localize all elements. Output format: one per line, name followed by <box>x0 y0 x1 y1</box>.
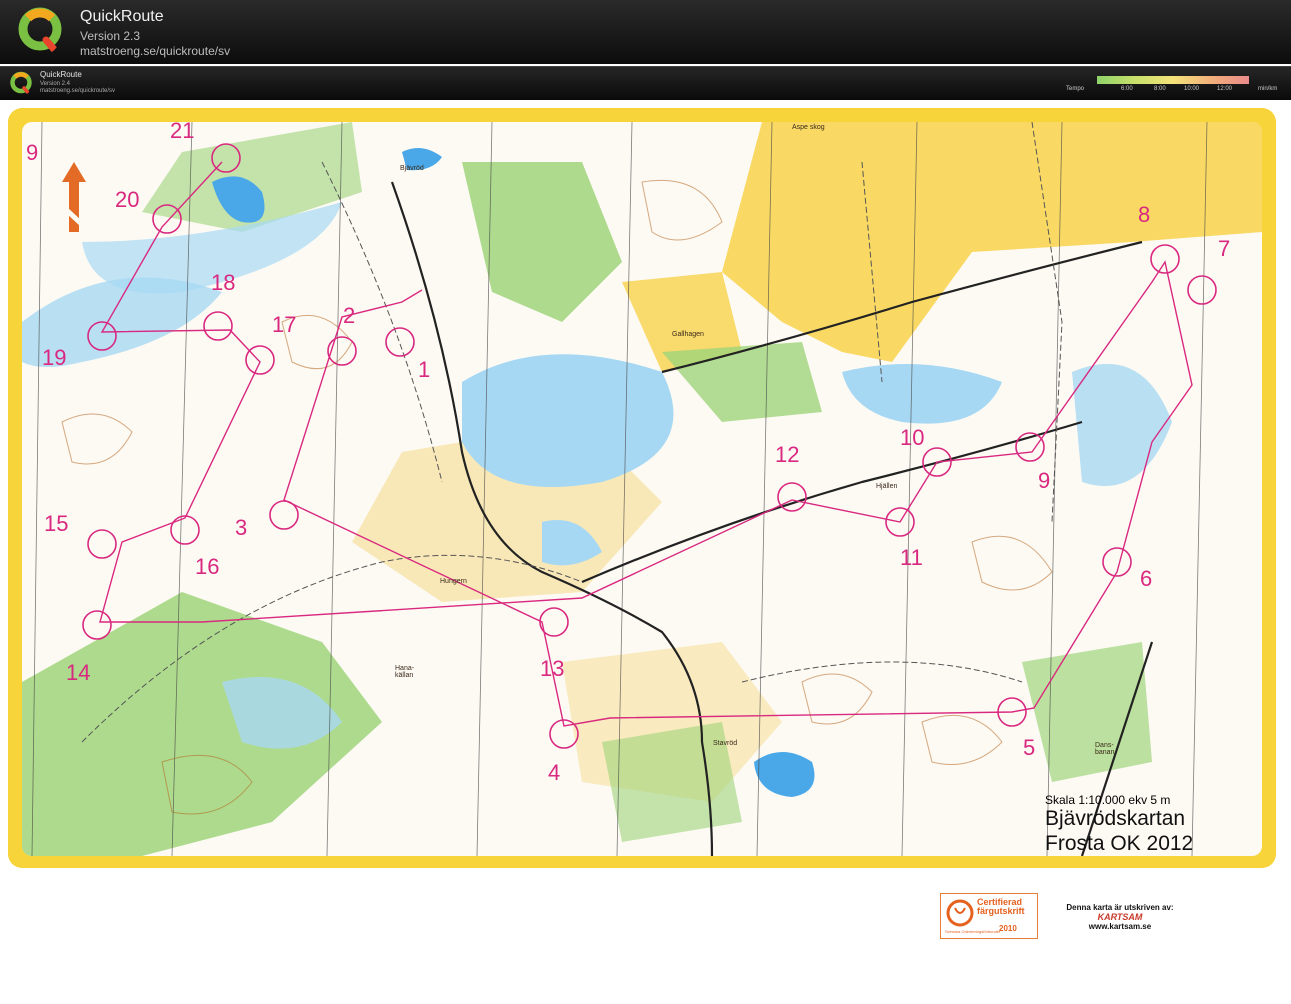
app-url[interactable]: matstroeng.se/quickroute/sv <box>80 44 230 58</box>
place-name: Stavröd <box>713 740 738 747</box>
tempo-color-scale <box>1097 76 1249 84</box>
control-label: 14 <box>66 660 91 685</box>
app-header: QuickRoute Version 2.3 matstroeng.se/qui… <box>0 0 1291 64</box>
control-label: 9 <box>1038 468 1051 493</box>
control-label: 8 <box>1138 202 1151 227</box>
app-version: Version 2.3 <box>80 29 141 43</box>
control-label: 18 <box>211 270 236 295</box>
export-app-title: QuickRoute <box>40 70 82 79</box>
map-title-line1: Bjävrödskartan <box>1045 807 1186 830</box>
printer-url[interactable]: www.kartsam.se <box>1060 922 1180 931</box>
control-label: 13 <box>540 656 565 681</box>
export-app-version: Version 2.4 <box>40 81 71 87</box>
control-label: 9 <box>26 140 39 165</box>
certification-org: Svenska Orienteringsförbundet <box>945 929 1001 934</box>
control-label: 19 <box>42 345 67 370</box>
place-name: Gallhagen <box>672 331 704 338</box>
map-title: Bjävrödskartan Frosta OK 2012 <box>1045 806 1193 856</box>
control-label: 21 <box>170 118 195 143</box>
place-name: Hana-källan <box>395 665 415 679</box>
control-label: 12 <box>775 442 800 467</box>
certification-logo-icon <box>946 899 974 927</box>
control-label: 7 <box>1218 236 1231 261</box>
control-label: 5 <box>1023 735 1036 760</box>
printer-logo: KARTSAM <box>1097 912 1143 922</box>
control-label: 4 <box>548 760 561 785</box>
orienteering-map[interactable] <box>22 122 1262 856</box>
printer-text: Denna karta är utskriven av: <box>1066 903 1174 912</box>
control-label: 16 <box>195 554 220 579</box>
control-label: 17 <box>272 312 297 337</box>
control-label: 11 <box>900 545 923 570</box>
control-label: 15 <box>44 511 69 536</box>
place-name: Hungern <box>440 578 467 585</box>
control-label: 20 <box>115 187 140 212</box>
control-label: 10 <box>900 425 925 450</box>
tempo-label: Tempo <box>1066 86 1085 92</box>
quickroute-logo-icon <box>18 7 62 56</box>
export-app-url: matstroeng.se/quickroute/sv <box>40 88 116 94</box>
certification-title: Certifierad färgutskrift <box>977 897 1025 916</box>
tempo-unit: min/km <box>1258 86 1278 92</box>
printer-info: Denna karta är utskriven av: KARTSAM www… <box>1060 903 1180 931</box>
place-name: Aspe skog <box>792 124 825 131</box>
quickroute-small-logo-icon <box>10 71 32 96</box>
control-label: 3 <box>235 515 248 540</box>
tempo-tick: 10:00 <box>1184 86 1200 92</box>
app-title: QuickRoute <box>80 8 164 25</box>
certification-badge: Certifierad färgutskrift 2010 Svenska Or… <box>940 893 1038 939</box>
control-label: 1 <box>418 357 431 382</box>
place-name: Bjävröd <box>400 165 424 172</box>
map-scale: Skala 1:10.000 ekv 5 m <box>1045 793 1171 807</box>
tempo-tick: 12:00 <box>1217 86 1233 92</box>
place-name: Dans-banan <box>1095 742 1115 756</box>
control-label: 6 <box>1140 566 1153 591</box>
control-label: 2 <box>343 303 356 328</box>
tempo-tick: 6:00 <box>1121 86 1133 92</box>
certification-year: 2010 <box>999 924 1017 933</box>
place-name: Hjällen <box>876 483 898 490</box>
tempo-tick: 8:00 <box>1154 86 1166 92</box>
map-graphic <box>22 122 1262 856</box>
map-title-line2: Frosta OK 2012 <box>1045 832 1194 855</box>
